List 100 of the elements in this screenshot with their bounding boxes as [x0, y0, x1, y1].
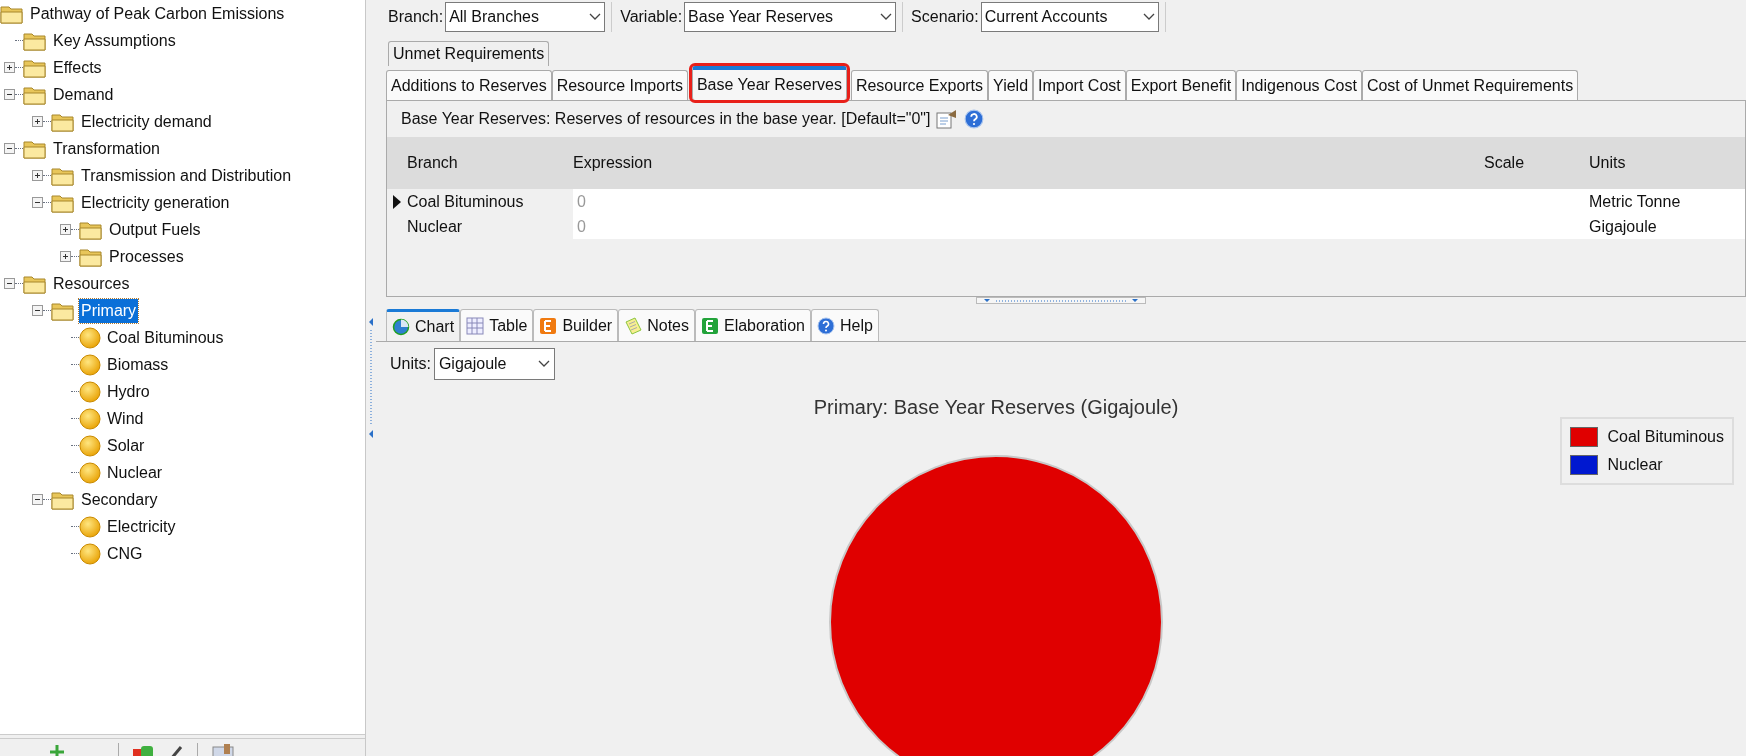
- chevron-down-icon: [1142, 13, 1155, 21]
- tree-item[interactable]: Pathway of Peak Carbon Emissions: [28, 1, 287, 26]
- column-header[interactable]: Units: [1589, 151, 1745, 175]
- tree-item[interactable]: Transmission and Distribution: [79, 163, 294, 188]
- chevron-down-icon: [537, 360, 550, 368]
- chevron-down-icon: [589, 13, 602, 21]
- column-header[interactable]: Branch: [387, 151, 573, 175]
- variable-tab[interactable]: Resource Imports: [551, 70, 688, 100]
- splitter-handle-icon[interactable]: [368, 318, 374, 438]
- tree-item[interactable]: CNG: [105, 541, 145, 566]
- view-tab[interactable]: Notes: [618, 309, 695, 341]
- view-tab[interactable]: Table: [460, 309, 534, 341]
- tree-item[interactable]: Resources: [51, 271, 132, 296]
- column-header[interactable]: Expression: [573, 151, 1484, 175]
- legend-label: Coal Bituminous: [1607, 427, 1724, 447]
- table-cell: Nuclear: [407, 214, 573, 239]
- tree-item[interactable]: Wind: [105, 406, 146, 431]
- variable-description: Base Year Reserves: Reserves of resources in the base year. [Default="0"]: [401, 109, 931, 129]
- folder-icon: [51, 300, 75, 321]
- tree-item[interactable]: Nuclear: [105, 460, 165, 485]
- table-cell: Coal Bituminous: [407, 189, 573, 214]
- selector-label: Scenario:: [911, 7, 979, 27]
- letter-e-icon: [701, 316, 719, 335]
- tree-item[interactable]: Solar: [105, 433, 147, 458]
- expand-icon[interactable]: [32, 116, 43, 127]
- table-cell-text: Metric Tonne: [1589, 191, 1682, 212]
- help-icon: [816, 316, 835, 335]
- splitter-handle-icon[interactable]: [976, 297, 1146, 304]
- view-tab[interactable]: Builder: [533, 309, 619, 341]
- expand-icon[interactable]: [60, 224, 71, 235]
- variable-tab[interactable]: Additions to Reserves: [386, 70, 552, 100]
- dropdown[interactable]: Base Year Reserves: [684, 2, 897, 32]
- ball-icon: [79, 434, 101, 457]
- ball-icon: [79, 515, 101, 538]
- view-tab[interactable]: Chart: [386, 309, 461, 341]
- folder-icon: [23, 30, 47, 51]
- collapse-icon[interactable]: [32, 197, 43, 208]
- tree-item[interactable]: Hydro: [105, 379, 152, 404]
- folder-icon: [51, 165, 75, 186]
- variable-tab[interactable]: Resource Exports: [850, 70, 989, 100]
- folder-icon: [23, 273, 47, 294]
- variable-tab[interactable]: Cost of Unmet Requirements: [1361, 70, 1579, 100]
- selector-label: Variable:: [620, 7, 683, 27]
- expand-icon[interactable]: [32, 170, 43, 181]
- view-tab[interactable]: Help: [810, 309, 879, 341]
- tree-item[interactable]: Coal Bituminous: [105, 325, 226, 350]
- selector-label: Branch:: [388, 7, 444, 27]
- collapse-icon[interactable]: [32, 305, 43, 316]
- folder-icon: [0, 3, 24, 24]
- variable-tab[interactable]: Export Benefit: [1125, 70, 1237, 100]
- folder-icon: [23, 84, 47, 105]
- ball-icon: [79, 380, 101, 403]
- variable-tab[interactable]: Unmet Requirements: [388, 41, 550, 66]
- collapse-icon[interactable]: [4, 143, 15, 154]
- tree-item[interactable]: Electricity generation: [79, 190, 232, 215]
- pen-icon[interactable]: [169, 745, 183, 756]
- ball-icon: [79, 326, 101, 349]
- tree-item[interactable]: Effects: [51, 55, 104, 80]
- table-cell-text: Gigajoule: [1589, 216, 1658, 237]
- help-icon[interactable]: [964, 109, 985, 129]
- tree-item[interactable]: Output Fuels: [107, 217, 203, 242]
- ball-icon: [79, 407, 101, 430]
- column-header[interactable]: Scale: [1484, 151, 1589, 175]
- expand-icon[interactable]: [60, 251, 71, 262]
- view-tab[interactable]: Elaboration: [695, 309, 811, 341]
- ball-icon: [79, 461, 101, 484]
- tree-item[interactable]: Electricity demand: [79, 109, 214, 134]
- shapes-icon[interactable]: [133, 745, 155, 756]
- ball-icon: [79, 542, 101, 565]
- tree-item[interactable]: Primary: [79, 298, 139, 323]
- tree-item[interactable]: Demand: [51, 82, 116, 107]
- tree-item[interactable]: Key Assumptions: [51, 28, 178, 53]
- variable-tab[interactable]: Base Year Reserves: [691, 66, 847, 100]
- table-row[interactable]: Coal Bituminous 0 Metric Tonne: [387, 189, 1745, 214]
- pie-chart-icon: [392, 317, 410, 336]
- variable-tab[interactable]: Yield: [988, 70, 1034, 100]
- folder-icon: [79, 246, 103, 267]
- tree-item[interactable]: Processes: [107, 244, 186, 269]
- ball-icon: [79, 353, 101, 376]
- expand-icon[interactable]: [4, 62, 15, 73]
- tree-item[interactable]: Transformation: [51, 136, 162, 161]
- collapse-icon[interactable]: [4, 278, 15, 289]
- tree-item[interactable]: Biomass: [105, 352, 171, 377]
- chart-title: Primary: Base Year Reserves (Gigajoule): [813, 395, 1179, 420]
- dropdown[interactable]: All Branches: [445, 2, 606, 32]
- tree-item[interactable]: Electricity: [105, 514, 178, 539]
- letter-e-icon: [539, 316, 558, 335]
- units-dropdown[interactable]: Gigajoule: [433, 348, 555, 380]
- dropdown[interactable]: Current Accounts: [980, 2, 1159, 32]
- collapse-icon[interactable]: [32, 494, 43, 505]
- collapse-icon[interactable]: [4, 89, 15, 100]
- variable-tab[interactable]: Import Cost: [1033, 70, 1126, 100]
- tree-item[interactable]: Secondary: [79, 487, 160, 512]
- folder-icon: [51, 489, 75, 510]
- plus-icon[interactable]: [50, 745, 64, 756]
- notepad-icon[interactable]: [936, 109, 959, 129]
- variable-tab[interactable]: Indigenous Cost: [1236, 70, 1362, 100]
- folder-icon: [23, 57, 47, 78]
- legend-label: Nuclear: [1607, 455, 1663, 475]
- folder-icon: [23, 138, 47, 159]
